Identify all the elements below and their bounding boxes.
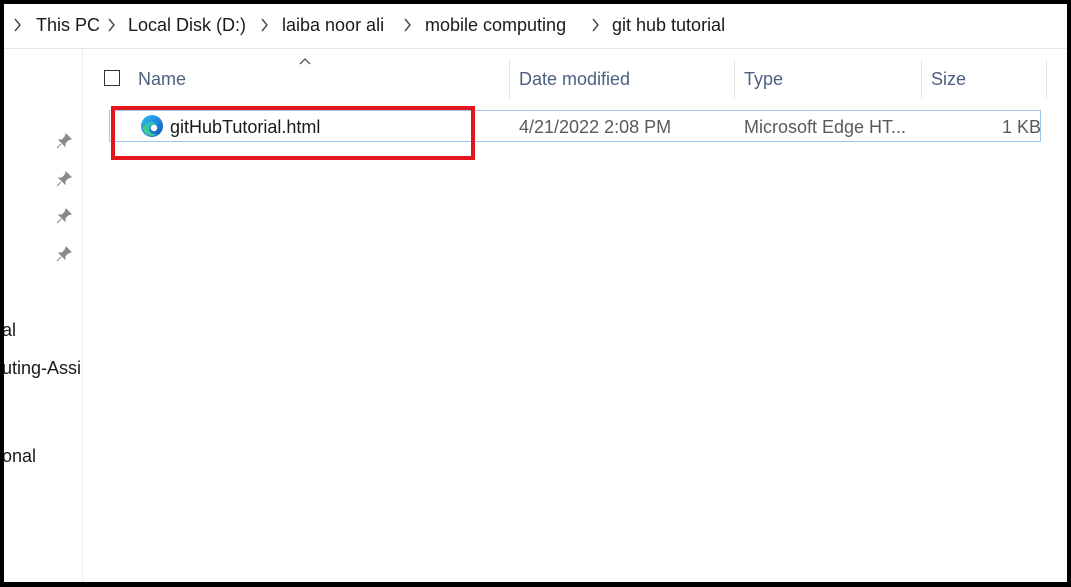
breadcrumb-this-pc[interactable]: This PC [36,14,100,36]
annotation-highlight-box [111,106,475,160]
pin-icon [56,171,72,187]
column-divider[interactable] [1046,59,1047,99]
nav-item-label[interactable]: al [4,319,16,341]
pin-icon [56,246,72,262]
chevron-right-icon[interactable] [14,18,22,32]
pin-icon [56,133,72,149]
file-explorer-window: This PC Local Disk (D:) laiba noor ali m… [4,4,1067,582]
chevron-right-icon[interactable] [592,18,600,32]
file-date-modified: 4/21/2022 2:08 PM [519,117,672,137]
breadcrumb-local-disk[interactable]: Local Disk (D:) [128,14,246,36]
breadcrumb[interactable]: This PC Local Disk (D:) laiba noor ali m… [4,4,1067,49]
select-all-checkbox[interactable] [104,70,120,86]
chevron-right-icon[interactable] [404,18,412,32]
file-size: 1 KB [1002,117,1042,137]
breadcrumb-git-hub-tutorial[interactable]: git hub tutorial [612,14,725,36]
breadcrumb-laiba-noor-ali[interactable]: laiba noor ali [282,14,384,36]
file-type: Microsoft Edge HT... [744,117,907,137]
column-header-name[interactable]: Name [138,68,186,90]
column-divider[interactable] [921,59,922,99]
chevron-right-icon[interactable] [261,18,269,32]
sort-ascending-icon [299,58,311,65]
column-divider[interactable] [509,59,510,99]
nav-item-label[interactable]: onal [4,445,36,467]
nav-item-label[interactable]: uting-Assi [4,357,81,379]
column-header-date-modified[interactable]: Date modified [519,68,630,90]
breadcrumb-mobile-computing[interactable]: mobile computing [425,14,566,36]
column-header-size[interactable]: Size [931,68,966,90]
navigation-pane[interactable]: al uting-Assi onal [4,49,83,582]
pin-icon [56,208,72,224]
column-divider[interactable] [734,59,735,99]
column-header-type[interactable]: Type [744,68,783,90]
chevron-right-icon[interactable] [108,18,116,32]
